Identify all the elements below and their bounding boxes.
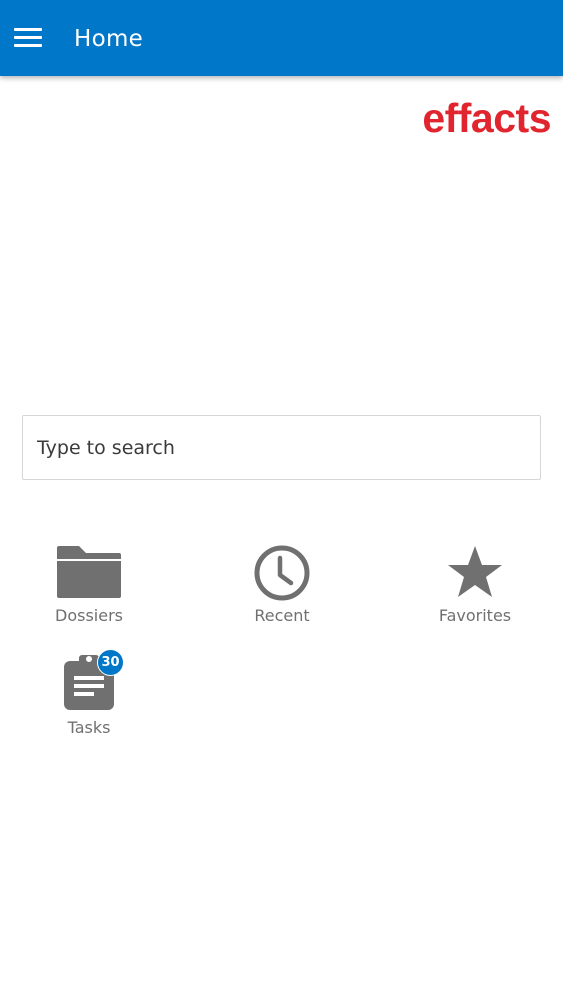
tile-dossiers[interactable]: Dossiers: [14, 544, 164, 644]
folder-icon: [57, 546, 121, 598]
tile-tasks[interactable]: 30 Tasks: [14, 649, 164, 752]
clock-icon: [254, 545, 310, 601]
star-icon: [448, 546, 502, 597]
tile-favorites[interactable]: Favorites: [400, 544, 550, 644]
page-title: Home: [74, 26, 144, 52]
tile-label: Recent: [254, 606, 310, 625]
tile-label: Favorites: [438, 606, 512, 625]
brand-logo: effacts: [422, 95, 551, 141]
hamburger-menu-icon[interactable]: [14, 25, 42, 51]
search-field[interactable]: [22, 415, 541, 480]
app-bar: Home: [0, 0, 563, 76]
tile-label: Dossiers: [55, 606, 123, 625]
tile-label: Tasks: [67, 718, 111, 737]
search-input[interactable]: [23, 416, 540, 479]
tile-recent[interactable]: Recent: [207, 544, 357, 644]
tasks-count-badge: 30: [97, 649, 124, 676]
